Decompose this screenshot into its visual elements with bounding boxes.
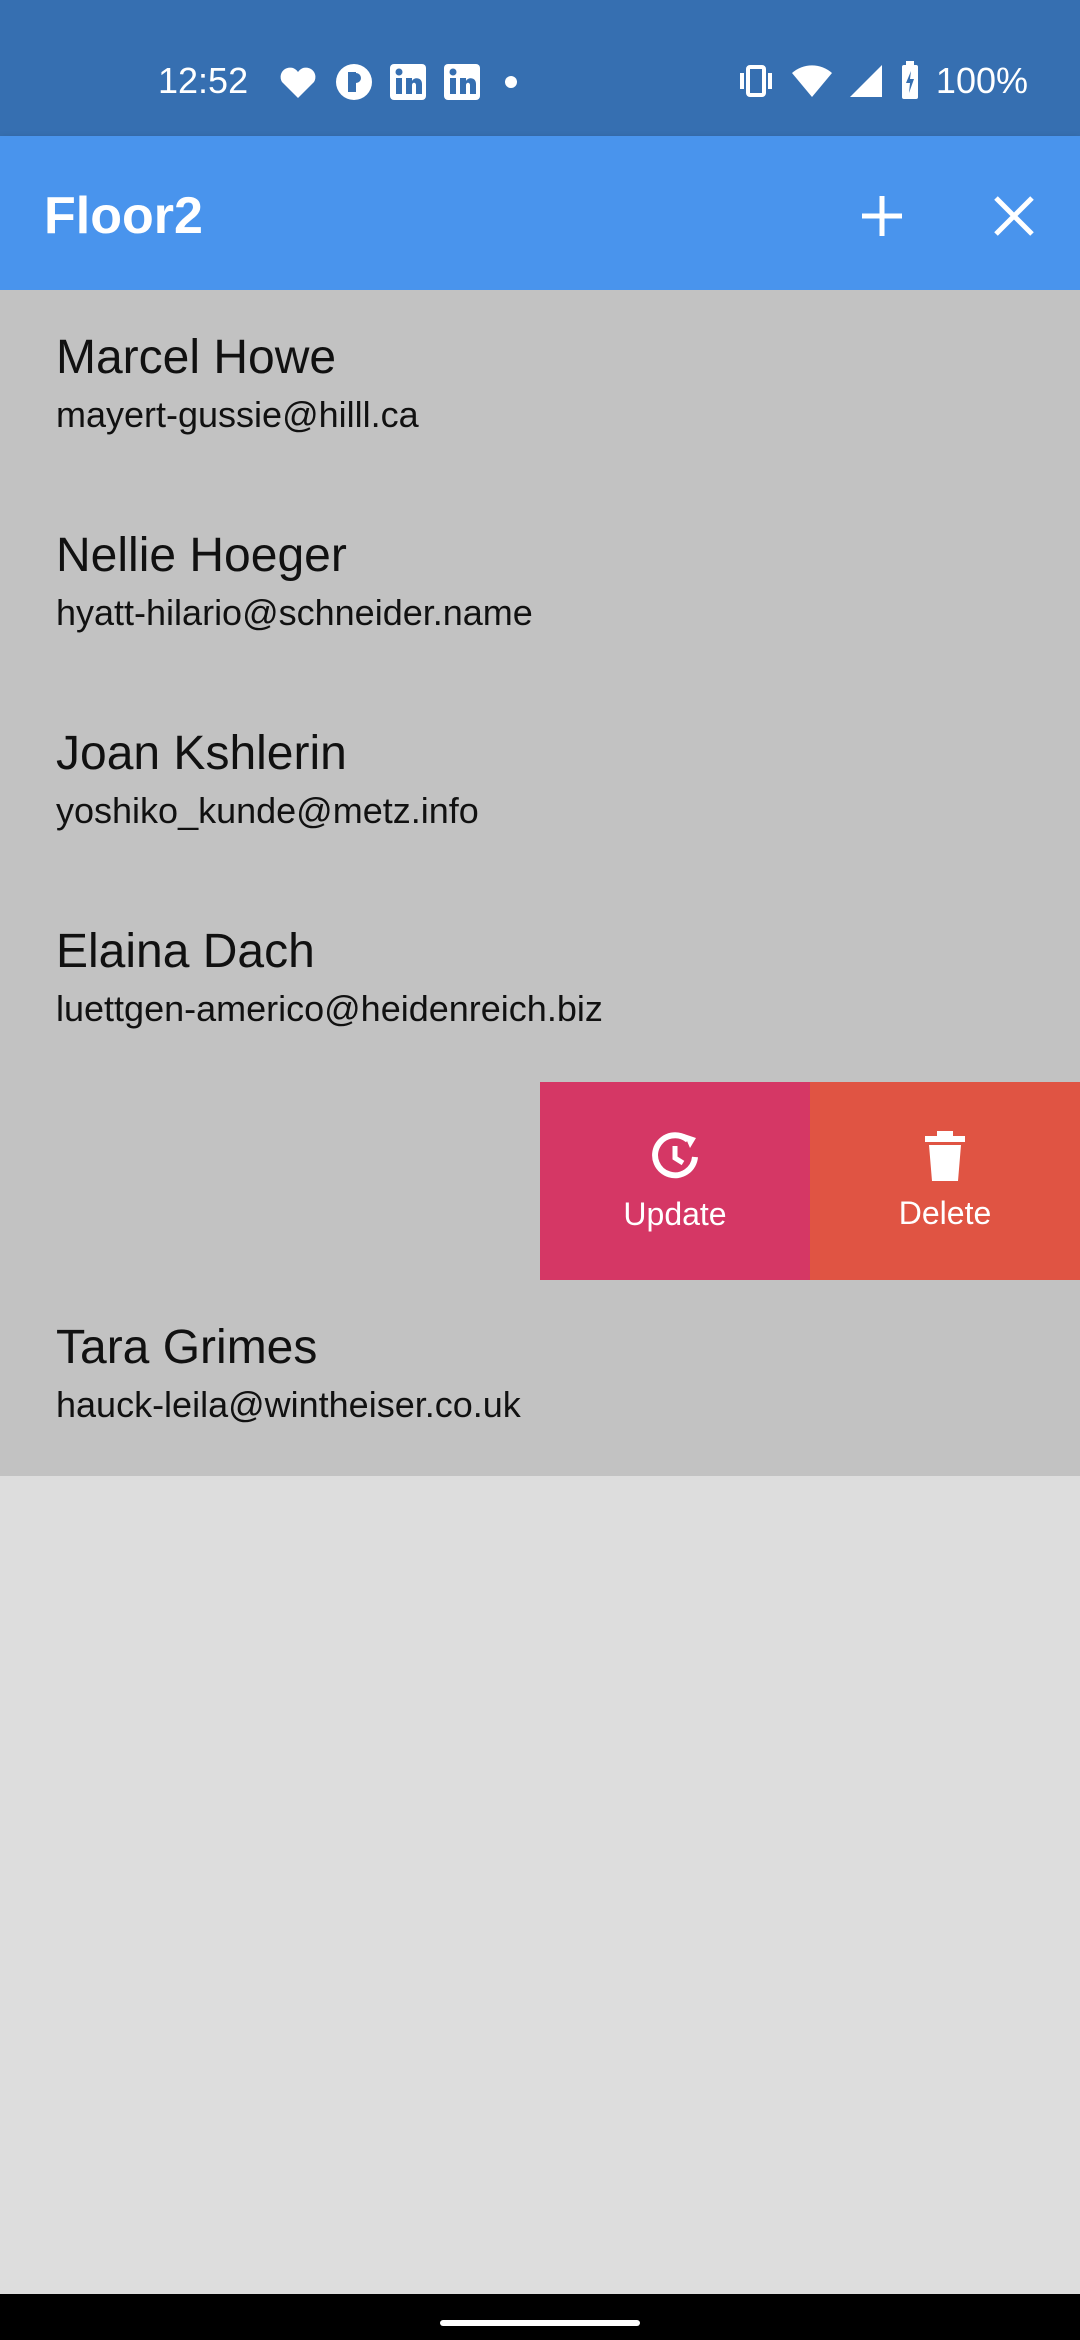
- system-status: 100%: [736, 60, 1028, 102]
- battery-icon: [901, 61, 918, 99]
- navigation-bar: [0, 2294, 1080, 2340]
- contact-name: Nellie Hoeger: [56, 529, 347, 582]
- update-label: Update: [623, 1195, 727, 1232]
- contact-email: hauck-leila@wintheiser.co.uk: [56, 1384, 521, 1425]
- app-bar: Floor2: [0, 136, 1080, 290]
- contact-email: mayert-gussie@hilll.ca: [56, 394, 419, 435]
- contact-name: Marcel Howe: [56, 331, 337, 384]
- trash-icon: [925, 1130, 965, 1181]
- add-button[interactable]: [842, 176, 922, 256]
- vibrate-icon: [739, 65, 772, 97]
- status-bar: 12:52 100%: [0, 0, 1080, 136]
- contact-name: Elaina Dach: [56, 925, 315, 978]
- close-button[interactable]: [974, 176, 1054, 256]
- list-item[interactable]: Tara Grimes hauck-leila@wintheiser.co.uk: [0, 1280, 1080, 1478]
- home-handle[interactable]: [440, 2320, 640, 2326]
- contact-list: Marcel Howe mayert-gussie@hilll.ca Nelli…: [0, 290, 1080, 1476]
- swipe-actions: Update Delete: [540, 1082, 1080, 1280]
- wifi-icon: [791, 65, 832, 97]
- plus-icon: [862, 196, 902, 236]
- list-item[interactable]: Elaina Dach luettgen-americo@heidenreich…: [0, 884, 1080, 1082]
- contact-name: Tara Grimes: [56, 1321, 318, 1374]
- delete-button[interactable]: Delete: [810, 1082, 1080, 1280]
- list-item[interactable]: Nellie Hoeger hyatt-hilario@schneider.na…: [0, 488, 1080, 686]
- battery-percent: 100%: [935, 60, 1028, 101]
- status-time: 12:52: [158, 60, 249, 101]
- notification-icons: [276, 62, 526, 102]
- list-item[interactable]: Joan Kshlerin yoshiko_kunde@metz.info: [0, 686, 1080, 884]
- page-title: Floor2: [44, 187, 203, 245]
- delete-label: Delete: [898, 1194, 992, 1231]
- close-icon: [994, 196, 1034, 236]
- linkedin-icon: [444, 64, 480, 100]
- contact-email: luettgen-americo@heidenreich.biz: [56, 988, 603, 1029]
- contact-email: hyatt-hilario@schneider.name: [56, 592, 533, 633]
- podcast-icon: [336, 64, 372, 100]
- signal-icon: [849, 65, 882, 97]
- contact-email: yoshiko_kunde@metz.info: [56, 790, 479, 831]
- update-button[interactable]: Update: [540, 1082, 810, 1280]
- iheartradio-icon: [280, 67, 316, 98]
- update-icon: [652, 1131, 698, 1178]
- contact-name: Joan Kshlerin: [56, 727, 347, 780]
- list-item[interactable]: Marcel Howe mayert-gussie@hilll.ca: [0, 290, 1080, 488]
- linkedin-icon: [390, 64, 426, 100]
- dot-icon: [505, 76, 517, 88]
